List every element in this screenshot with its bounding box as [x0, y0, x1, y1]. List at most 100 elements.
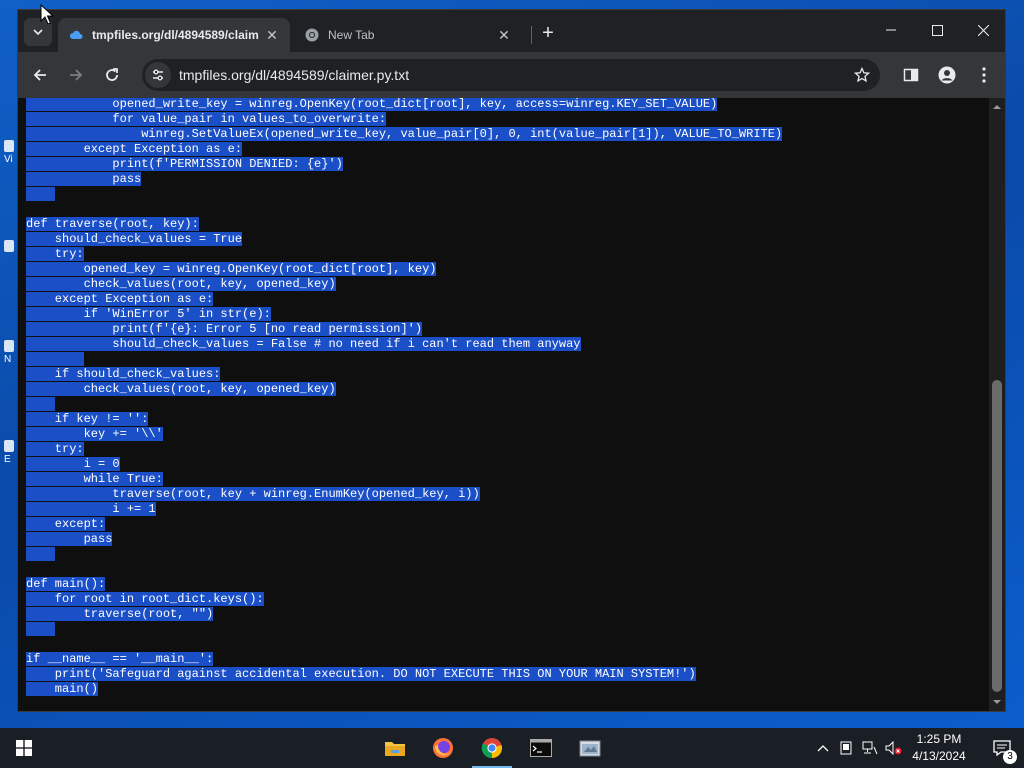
start-button[interactable]	[0, 728, 48, 768]
mouse-cursor-icon	[40, 4, 54, 25]
desktop-file-icon	[4, 440, 14, 452]
page-content[interactable]: opened_write_key = winreg.OpenKey(root_d…	[18, 98, 989, 711]
scroll-up-icon[interactable]	[992, 102, 1002, 112]
tune-icon	[153, 69, 163, 81]
close-window-button[interactable]	[960, 16, 1006, 44]
chrome-icon	[304, 27, 320, 43]
code-line: traverse(root, key + winreg.EnumKey(open…	[26, 487, 480, 501]
back-button[interactable]	[26, 61, 54, 89]
desktop-icon[interactable]	[4, 240, 18, 270]
notification-count-badge: 3	[1003, 750, 1017, 764]
bookmark-star-button[interactable]	[848, 61, 876, 89]
code-line	[26, 187, 55, 201]
reload-icon	[106, 68, 118, 81]
chrome-menu-button[interactable]	[970, 61, 998, 89]
desktop-file-icon	[4, 140, 14, 152]
arrow-left-icon	[33, 69, 46, 81]
desktop-icon[interactable]: E	[4, 440, 18, 470]
clock-date: 4/13/2024	[912, 749, 966, 763]
scrollbar-thumb[interactable]	[992, 380, 1002, 692]
tray-volume-icon[interactable]	[884, 728, 904, 768]
desktop-file-icon	[4, 340, 14, 352]
tab-strip: tmpfiles.org/dl/4894589/claim ✕ New Tab …	[18, 10, 1005, 52]
scroll-down-icon[interactable]	[992, 697, 1002, 707]
tray-device-icon[interactable]	[838, 728, 854, 768]
code-line: i += 1	[26, 502, 156, 516]
volume-muted-icon	[885, 741, 902, 755]
clock-time: 1:25 PM	[916, 732, 962, 746]
code-line: traverse(root, "")	[26, 607, 214, 621]
maximize-icon	[931, 24, 943, 36]
maximize-button[interactable]	[914, 16, 960, 44]
profile-icon	[938, 66, 956, 84]
url-text[interactable]: tmpfiles.org/dl/4894589/claimer.py.txt	[179, 67, 848, 83]
code-line: key += '\\'	[26, 427, 163, 441]
chevron-down-icon	[33, 29, 43, 36]
code-text[interactable]: opened_write_key = winreg.OpenKey(root_d…	[26, 98, 783, 697]
action-center-button[interactable]: 3	[980, 728, 1024, 768]
close-tab-icon[interactable]: ✕	[264, 27, 280, 43]
code-line: opened_write_key = winreg.OpenKey(root_d…	[26, 98, 718, 111]
tab-title: New Tab	[328, 28, 375, 42]
code-line: if should_check_values:	[26, 367, 221, 381]
arrow-right-icon	[70, 69, 83, 81]
desktop-icons: Vi N E	[0, 0, 18, 728]
taskbar-clock[interactable]: 1:25 PM 4/13/2024	[903, 731, 975, 765]
new-tab-button[interactable]: +	[536, 22, 560, 46]
taskbar-terminal[interactable]	[517, 728, 565, 768]
device-icon	[840, 741, 852, 755]
tab-separator	[531, 26, 532, 44]
desktop-icon[interactable]: N	[4, 340, 18, 370]
minimize-button[interactable]	[868, 16, 914, 44]
side-panel-icon	[903, 68, 919, 82]
code-line: main()	[26, 682, 99, 696]
side-panel-button[interactable]	[897, 61, 925, 89]
terminal-icon	[530, 739, 552, 757]
code-line: print(f'PERMISSION DENIED: {e}')	[26, 157, 343, 171]
cloud-icon	[68, 27, 84, 43]
taskbar-chrome[interactable]	[468, 728, 516, 768]
code-line: opened_key = winreg.OpenKey(root_dict[ro…	[26, 262, 437, 276]
profile-button[interactable]	[933, 61, 961, 89]
desktop-icon-label: N	[4, 354, 12, 365]
code-line: print('Safeguard against accidental exec…	[26, 667, 696, 681]
code-line: if key != '':	[26, 412, 149, 426]
tab-new-tab[interactable]: New Tab ✕	[294, 18, 522, 52]
tab-tmpfiles[interactable]: tmpfiles.org/dl/4894589/claim ✕	[58, 18, 290, 52]
reload-button[interactable]	[98, 61, 126, 89]
code-line: check_values(root, key, opened_key)	[26, 277, 336, 291]
code-line: should_check_values = False # no need if…	[26, 337, 581, 351]
code-line: pass	[26, 532, 113, 546]
code-line	[26, 397, 55, 411]
taskbar-file-explorer[interactable]	[371, 728, 419, 768]
code-line: def traverse(root, key):	[26, 217, 199, 231]
more-vert-icon	[982, 67, 986, 83]
taskbar: 1:25 PM 4/13/2024 3	[0, 728, 1024, 768]
forward-button[interactable]	[62, 61, 90, 89]
code-line: except:	[26, 517, 106, 531]
firefox-icon	[433, 738, 453, 758]
windows-logo-icon	[16, 740, 32, 756]
desktop-icon-label: Vi	[4, 154, 13, 165]
code-line	[26, 352, 84, 366]
code-line: def main():	[26, 577, 106, 591]
close-icon	[977, 24, 989, 36]
chevron-up-icon	[817, 745, 829, 752]
code-line: try:	[26, 442, 84, 456]
taskbar-app[interactable]	[566, 728, 614, 768]
close-tab-icon[interactable]: ✕	[496, 27, 512, 43]
chrome-icon	[481, 738, 502, 759]
taskbar-firefox[interactable]	[419, 728, 467, 768]
code-line	[26, 622, 55, 636]
tray-network-icon[interactable]	[861, 728, 879, 768]
code-line: should_check_values = True	[26, 232, 243, 246]
show-hidden-icons-button[interactable]	[814, 728, 832, 768]
code-line: for value_pair in values_to_overwrite:	[26, 112, 387, 126]
site-info-button[interactable]	[145, 62, 171, 88]
vertical-scrollbar[interactable]	[989, 98, 1005, 711]
desktop-icon[interactable]: Vi	[4, 140, 18, 170]
code-line	[26, 547, 55, 561]
address-bar[interactable]: tmpfiles.org/dl/4894589/claimer.py.txt	[142, 59, 880, 91]
code-line: for root in root_dict.keys():	[26, 592, 264, 606]
app-icon	[579, 740, 601, 757]
